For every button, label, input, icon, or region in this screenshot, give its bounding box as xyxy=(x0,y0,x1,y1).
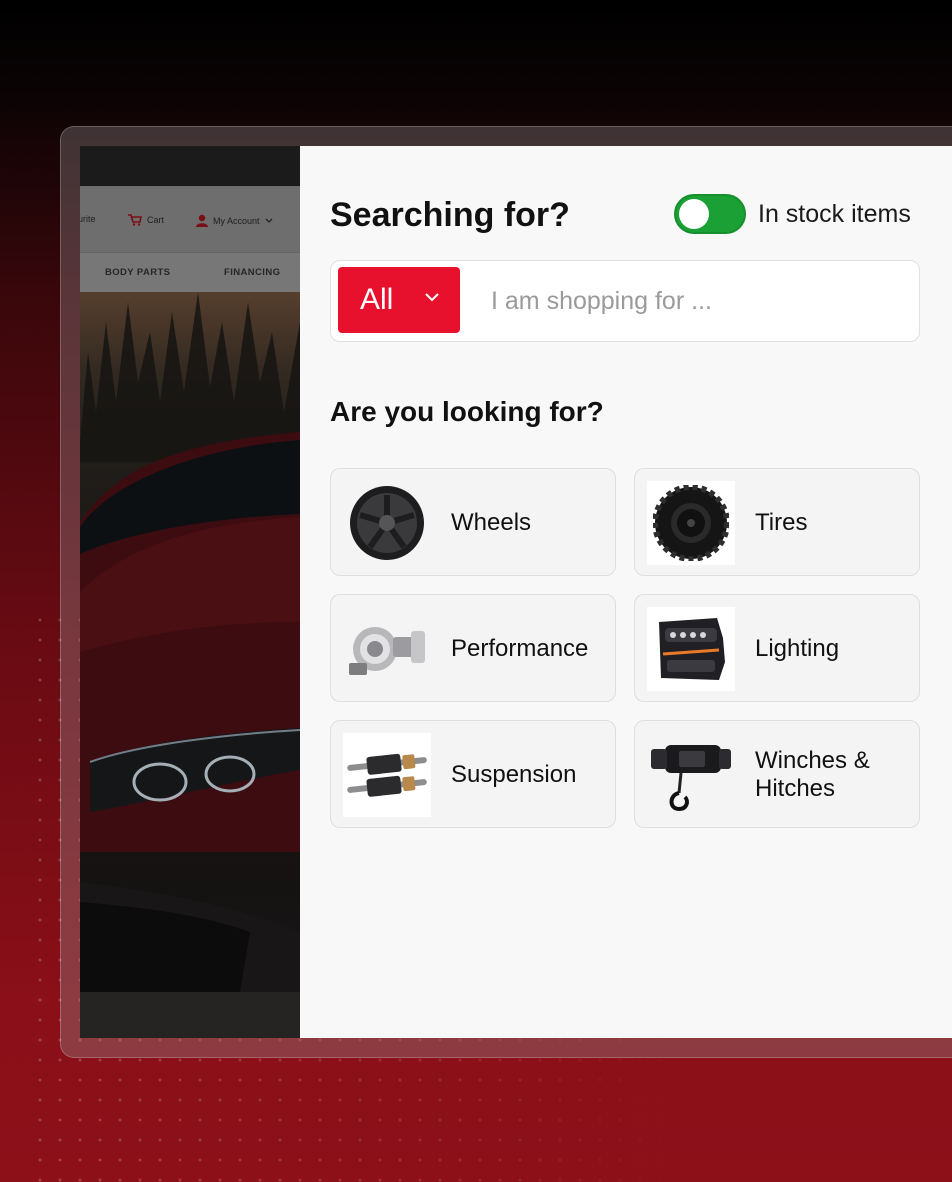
hero-dim-overlay xyxy=(80,292,300,1038)
in-stock-toggle-label: In stock items xyxy=(758,200,911,228)
category-label: Tires xyxy=(755,509,808,536)
search-bar: All I am shopping for ... xyxy=(330,260,920,342)
favourite-link-label: urite xyxy=(80,214,96,224)
suggestions-title: Are you looking for? xyxy=(330,396,604,427)
search-input[interactable]: I am shopping for ... xyxy=(491,287,712,316)
category-select-value: All xyxy=(360,283,394,316)
cart-icon xyxy=(128,214,142,226)
category-label: Suspension xyxy=(451,761,577,788)
screen: urite Cart My Account BODY PARTS FINANCI… xyxy=(80,146,952,1038)
headlight-image xyxy=(647,607,735,691)
website-background: urite Cart My Account BODY PARTS FINANCI… xyxy=(80,146,300,1038)
chevron-down-icon xyxy=(425,293,439,302)
nav-item-financing[interactable]: FINANCING xyxy=(224,267,280,278)
category-card-tires[interactable]: Tires xyxy=(634,468,920,576)
tire-image xyxy=(647,481,735,565)
panel-title: Searching for? xyxy=(330,196,570,234)
category-card-wheels[interactable]: Wheels xyxy=(330,468,616,576)
toggle-knob xyxy=(679,199,709,229)
category-label-line1: Winches & xyxy=(755,747,870,774)
site-topbar xyxy=(80,146,300,186)
cart-label: Cart xyxy=(147,215,165,225)
category-label: Wheels xyxy=(451,509,532,536)
nav-item-body-parts[interactable]: BODY PARTS xyxy=(105,267,170,278)
search-panel: Searching for? In stock items All I am s… xyxy=(300,146,952,1038)
wheel-image xyxy=(343,481,431,565)
coilover-image xyxy=(343,733,431,817)
site-header: urite Cart My Account xyxy=(80,186,300,252)
turbocharger-image xyxy=(343,607,431,691)
category-card-lighting[interactable]: Lighting xyxy=(634,594,920,702)
my-account-menu[interactable]: My Account xyxy=(196,214,273,227)
category-card-performance[interactable]: Performance xyxy=(330,594,616,702)
favourite-link[interactable]: urite xyxy=(80,214,96,224)
winch-image xyxy=(647,733,735,817)
category-label: Performance xyxy=(451,635,589,662)
chevron-down-icon xyxy=(265,218,272,223)
category-label-line2: Hitches xyxy=(755,775,836,802)
cart-link[interactable]: Cart xyxy=(128,214,164,226)
in-stock-toggle[interactable] xyxy=(674,194,746,234)
my-account-label: My Account xyxy=(213,215,260,226)
user-icon xyxy=(196,214,208,227)
category-label: Winches & Hitches xyxy=(755,747,870,803)
category-card-winches-hitches[interactable]: Winches & Hitches xyxy=(634,720,920,828)
category-card-suspension[interactable]: Suspension xyxy=(330,720,616,828)
category-select[interactable]: All xyxy=(338,267,460,333)
category-label: Lighting xyxy=(755,635,840,662)
